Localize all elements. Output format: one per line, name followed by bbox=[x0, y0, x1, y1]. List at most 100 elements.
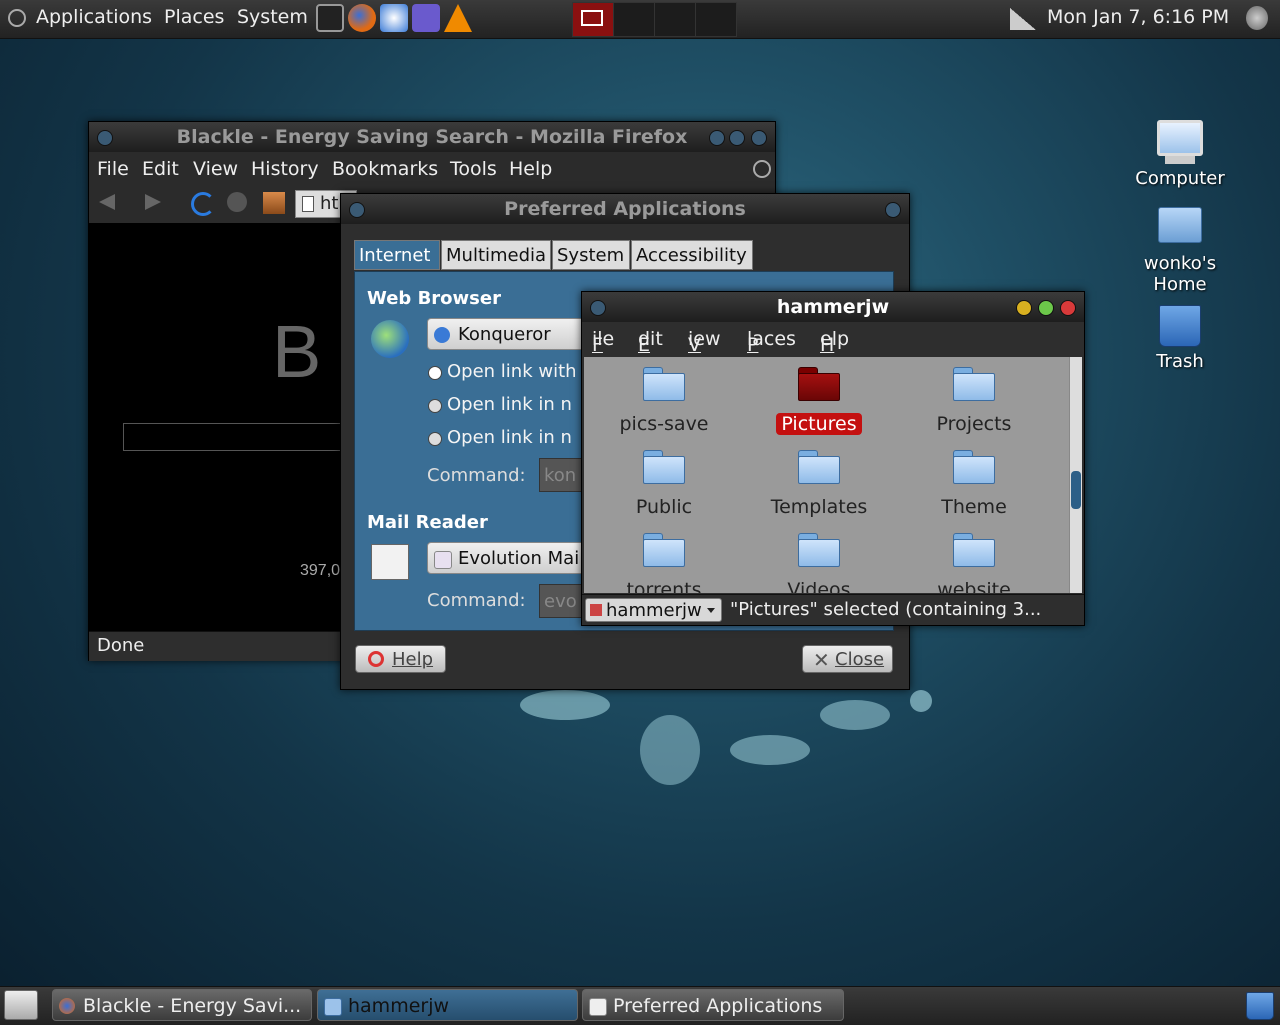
firefox-titlebar[interactable]: Blackle - Energy Saving Search - Mozilla… bbox=[89, 122, 775, 152]
vlc-launcher-icon[interactable] bbox=[444, 4, 472, 32]
terminal-launcher-icon[interactable] bbox=[316, 4, 344, 32]
folder-icon[interactable] bbox=[643, 533, 685, 567]
nautilus-titlebar[interactable]: hammerjw bbox=[582, 292, 1084, 322]
konqueror-icon bbox=[434, 327, 450, 343]
maximize-button[interactable] bbox=[729, 130, 745, 146]
window-menu-button[interactable] bbox=[97, 130, 113, 146]
folder-label[interactable]: Public bbox=[589, 496, 739, 518]
task-firefox-label: Blackle - Energy Savi... bbox=[83, 995, 302, 1017]
folder-icon[interactable] bbox=[643, 450, 685, 484]
web-browser-globe-icon bbox=[371, 320, 409, 358]
folder-label[interactable]: website bbox=[899, 579, 1049, 593]
help-button[interactable]: Help bbox=[355, 645, 446, 673]
workspace-4[interactable] bbox=[695, 2, 737, 37]
desktop-trash[interactable]: Trash bbox=[1125, 305, 1235, 372]
workspace-3[interactable] bbox=[654, 2, 696, 37]
radio-open-link-with[interactable] bbox=[428, 366, 442, 380]
close-button[interactable] bbox=[1060, 300, 1076, 316]
home-icon[interactable] bbox=[263, 192, 285, 214]
window-menu-button[interactable] bbox=[590, 300, 606, 316]
blackle-logo: B bbox=[272, 310, 322, 393]
menu-file[interactable]: File bbox=[592, 328, 614, 356]
forward-icon[interactable] bbox=[145, 194, 161, 210]
clock[interactable]: Mon Jan 7, 6:16 PM bbox=[1047, 6, 1229, 28]
tab-accessibility[interactable]: Accessibility bbox=[631, 240, 753, 270]
trash-applet-icon[interactable] bbox=[1246, 992, 1274, 1020]
folder-label-selected[interactable]: Pictures bbox=[744, 413, 894, 435]
applications-menu[interactable]: Applications bbox=[36, 6, 152, 28]
menu-tools[interactable]: Tools bbox=[450, 158, 497, 180]
folder-label[interactable]: torrents bbox=[589, 579, 739, 593]
help-button-label: Help bbox=[392, 649, 434, 670]
mail-command-label: Command: bbox=[427, 590, 526, 611]
folder-label[interactable]: Videos bbox=[744, 579, 894, 593]
workspace-2[interactable] bbox=[613, 2, 655, 37]
mail-envelope-icon bbox=[371, 544, 409, 580]
home-folder-icon bbox=[1158, 207, 1202, 243]
radio-open-link-new-window[interactable] bbox=[428, 399, 442, 413]
vertical-scrollbar[interactable] bbox=[1069, 357, 1082, 593]
menu-edit[interactable]: Edit bbox=[142, 158, 179, 180]
folder-icon[interactable] bbox=[798, 367, 840, 401]
workspace-1[interactable] bbox=[572, 2, 614, 37]
folder-icon[interactable] bbox=[953, 367, 995, 401]
folder-icon[interactable] bbox=[643, 367, 685, 401]
folder-icon[interactable] bbox=[953, 533, 995, 567]
firefox-launcher-icon[interactable] bbox=[348, 4, 376, 32]
menu-history[interactable]: History bbox=[251, 158, 319, 180]
reload-icon[interactable] bbox=[191, 192, 215, 216]
tab-multimedia[interactable]: Multimedia bbox=[441, 240, 551, 270]
folder-label[interactable]: Projects bbox=[899, 413, 1049, 435]
maximize-button[interactable] bbox=[1038, 300, 1054, 316]
web-browser-combo[interactable]: Konqueror bbox=[427, 318, 587, 350]
back-icon[interactable] bbox=[99, 194, 115, 210]
folder-icon[interactable] bbox=[798, 533, 840, 567]
menu-bookmarks[interactable]: Bookmarks bbox=[332, 158, 438, 180]
desktop-home[interactable]: wonko's Home bbox=[1125, 207, 1235, 295]
menu-help[interactable]: Help bbox=[509, 158, 552, 180]
location-button[interactable]: hammerjw bbox=[585, 598, 722, 622]
radio-open-link-new-window-label: Open link in n bbox=[447, 394, 572, 415]
task-prefapps[interactable]: Preferred Applications bbox=[582, 989, 844, 1021]
show-desktop-icon[interactable] bbox=[4, 990, 38, 1020]
folder-label[interactable]: Theme bbox=[899, 496, 1049, 518]
nautilus-title: hammerjw bbox=[776, 296, 890, 318]
tab-internet[interactable]: Internet bbox=[354, 240, 440, 270]
folder-icon[interactable] bbox=[953, 450, 995, 484]
prefapps-titlebar[interactable]: Preferred Applications bbox=[341, 194, 909, 224]
network-signal-icon[interactable] bbox=[1010, 8, 1036, 30]
menu-file[interactable]: File bbox=[97, 158, 129, 180]
minimize-button[interactable] bbox=[709, 130, 725, 146]
close-button[interactable] bbox=[751, 130, 767, 146]
folder-label[interactable]: pics-save bbox=[589, 413, 739, 435]
konqueror-launcher-icon[interactable] bbox=[380, 4, 408, 32]
menu-help[interactable]: Help bbox=[820, 328, 849, 356]
trash-icon bbox=[1159, 305, 1201, 347]
mail-reader-combo[interactable]: Evolution Mai bbox=[427, 542, 587, 574]
task-nautilus[interactable]: hammerjw bbox=[317, 989, 578, 1021]
desktop-computer[interactable]: Computer bbox=[1125, 120, 1235, 189]
stop-icon[interactable] bbox=[227, 192, 247, 212]
window-menu-button[interactable] bbox=[349, 202, 365, 218]
menu-edit[interactable]: Edit bbox=[638, 328, 663, 356]
web-browser-heading: Web Browser bbox=[367, 288, 501, 309]
volume-icon[interactable] bbox=[1246, 6, 1268, 30]
minimize-button[interactable] bbox=[1016, 300, 1032, 316]
folder-icon[interactable] bbox=[798, 450, 840, 484]
menu-places[interactable]: Places bbox=[747, 328, 796, 356]
radio-open-link-new-tab[interactable] bbox=[428, 432, 442, 446]
system-menu[interactable]: System bbox=[237, 6, 308, 28]
gnome-foot-icon[interactable] bbox=[8, 9, 26, 27]
menu-view[interactable]: View bbox=[193, 158, 238, 180]
task-firefox[interactable]: Blackle - Energy Savi... bbox=[52, 989, 312, 1021]
places-menu[interactable]: Places bbox=[164, 6, 224, 28]
close-dialog-button[interactable]: ✕ Close bbox=[802, 645, 893, 673]
tab-system[interactable]: System bbox=[552, 240, 630, 270]
mail-reader-heading: Mail Reader bbox=[367, 512, 488, 533]
search-input[interactable] bbox=[123, 423, 355, 451]
nmm-launcher-icon[interactable] bbox=[412, 4, 440, 32]
folder-label[interactable]: Templates bbox=[744, 496, 894, 518]
close-button[interactable] bbox=[885, 202, 901, 218]
menu-view[interactable]: View bbox=[688, 328, 721, 356]
scrollbar-thumb[interactable] bbox=[1071, 471, 1081, 509]
